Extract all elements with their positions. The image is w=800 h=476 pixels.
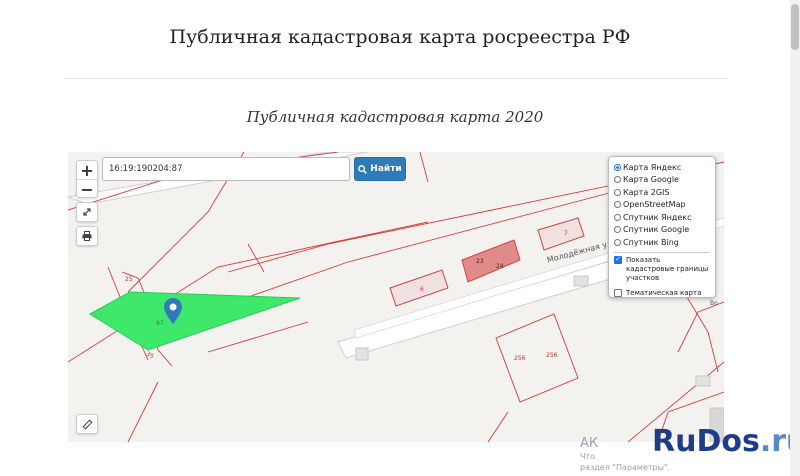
zoom-control: + −	[76, 160, 98, 199]
layer-option-label: Карта 2GIS	[623, 187, 670, 197]
layer-list: Карта Яндекс Карта Google Карта 2GIS OpenSt…	[614, 161, 710, 249]
footer-fragment-a: АК	[580, 436, 599, 451]
radio-selected-icon[interactable]	[614, 163, 621, 171]
divider	[64, 78, 728, 79]
zoom-in-button[interactable]: +	[77, 161, 97, 180]
label-256-b: 256	[546, 352, 558, 359]
layer-option[interactable]: Карта 2GIS	[614, 186, 710, 199]
thematic-map-toggle[interactable]: Тематическая карта	[614, 289, 710, 298]
layer-option-label: Спутник Bing	[623, 237, 679, 247]
search-icon	[358, 164, 368, 174]
cadastral-boundaries-label: Показать кадастровые границы участков	[626, 255, 709, 282]
layer-option-label: Карта Google	[623, 175, 679, 185]
layer-option[interactable]: Карта Google	[614, 174, 710, 187]
label-25: 25	[125, 276, 133, 283]
layer-option-label: Карта Яндекс	[623, 162, 682, 172]
layer-option-label: OpenStreetMap	[623, 200, 686, 210]
ruler-button[interactable]	[76, 414, 98, 434]
label-6: 6	[420, 286, 424, 293]
radio-icon[interactable]	[614, 176, 621, 184]
label-7: 7	[564, 230, 568, 237]
zoom-out-button[interactable]: −	[77, 180, 97, 199]
cadastral-boundaries-toggle[interactable]: ✓ Показать кадастровые границы участков	[614, 255, 710, 283]
map-subtitle: Публичная кадастровая карта 2020	[246, 108, 544, 126]
scrollbar-thumb[interactable]	[791, 4, 799, 50]
label-87: 87	[156, 320, 164, 327]
search-button-label: Найти	[370, 164, 402, 174]
label-256-a: 256	[514, 355, 526, 362]
cadastral-search-input[interactable]	[102, 157, 350, 181]
layers-divider	[614, 251, 710, 253]
layer-option[interactable]: Спутник Google	[614, 224, 710, 237]
checkbox-checked-icon[interactable]: ✓	[614, 255, 622, 264]
page-title: Публичная кадастровая карта росреестра Р…	[169, 26, 631, 48]
fullscreen-button[interactable]	[76, 202, 98, 222]
label-vo: Во	[710, 300, 718, 307]
thematic-map-label: Тематическая карта	[626, 288, 702, 297]
watermark-logo: RuDos.ru	[652, 424, 800, 459]
layers-panel: Карта Яндекс Карта Google Карта 2GIS OpenSt…	[608, 156, 716, 298]
radio-icon[interactable]	[614, 226, 621, 234]
watermark-prefix: RuDos	[652, 424, 760, 459]
printer-icon	[82, 231, 92, 241]
layer-option[interactable]: Спутник Bing	[614, 236, 710, 249]
search-button[interactable]: Найти	[354, 157, 406, 181]
label-24: 24	[496, 263, 504, 270]
expand-icon	[83, 208, 91, 216]
layer-option-label: Спутник Google	[623, 225, 690, 235]
layer-option-label: Спутник Яндекс	[623, 212, 692, 222]
radio-icon[interactable]	[614, 213, 621, 221]
layer-option[interactable]: Карта Яндекс	[614, 161, 710, 174]
label-23: 23	[476, 258, 484, 265]
footer-fragment-b: Что	[580, 452, 596, 461]
layer-option[interactable]: OpenStreetMap	[614, 199, 710, 212]
layer-option[interactable]: Спутник Яндекс	[614, 211, 710, 224]
radio-icon[interactable]	[614, 238, 621, 246]
footer-fragment-c: раздел "Параметры".	[580, 463, 671, 472]
cadastral-map[interactable]: 25 6 23 24 7 256 256 35 87 Во Молодёжная…	[68, 152, 724, 442]
location-pin-icon[interactable]	[164, 298, 182, 324]
ruler-icon	[82, 419, 92, 429]
print-button[interactable]	[76, 226, 98, 246]
page-scrollbar[interactable]	[790, 0, 800, 476]
radio-icon[interactable]	[614, 188, 621, 196]
checkbox-icon[interactable]	[614, 289, 622, 297]
radio-icon[interactable]	[614, 201, 621, 209]
